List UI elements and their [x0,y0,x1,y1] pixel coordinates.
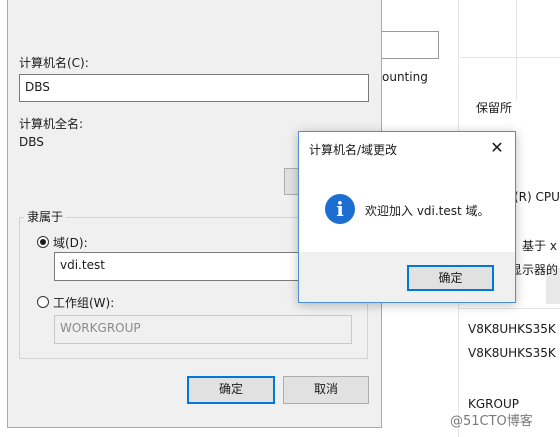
background-text-display: 显示器的 [510,263,559,277]
background-text-accounting: ounting [382,70,428,84]
background-separator [458,57,560,58]
info-icon: i [325,194,355,224]
full-computer-name-value: DBS [19,135,44,149]
background-text-product-id: V8K8UHKS35K [468,346,556,360]
full-computer-name-label: 计算机全名: [19,117,84,131]
message-ok-button[interactable]: 确定 [407,265,494,291]
background-text-workgroup: KGROUP [468,397,519,411]
welcome-message: 欢迎加入 vdi.test 域。 [365,204,490,218]
cancel-button[interactable]: 取消 [283,376,369,404]
domain-radio[interactable] [37,236,49,248]
workgroup-input[interactable]: WORKGROUP [54,315,352,344]
message-box-title: 计算机名/域更改 [309,143,398,157]
member-of-label: 隶属于 [24,208,67,225]
background-input-box [380,31,439,59]
computer-name-input[interactable]: DBS [19,74,369,102]
background-text-product-id: V8K8UHKS35K [468,322,556,336]
background-separator [458,308,560,309]
welcome-message-box: 计算机名/域更改 ✕ i 欢迎加入 vdi.test 域。 确定 [298,131,516,303]
close-icon[interactable]: ✕ [489,140,505,156]
domain-input[interactable]: vdi.test [54,252,300,281]
workgroup-radio[interactable] [37,296,49,308]
background-divider [516,0,517,100]
watermark: @51CTO博客 [450,414,533,429]
background-text-cpu: (R) CPU [514,190,560,204]
ok-button[interactable]: 确定 [187,376,275,404]
background-text-reserved: 保留所 [476,101,513,115]
background-text-based-on: ，基于 x [510,239,557,253]
computer-name-label: 计算机名(C): [19,56,89,70]
domain-label: 域(D): [53,236,88,250]
workgroup-label: 工作组(W): [53,296,115,310]
